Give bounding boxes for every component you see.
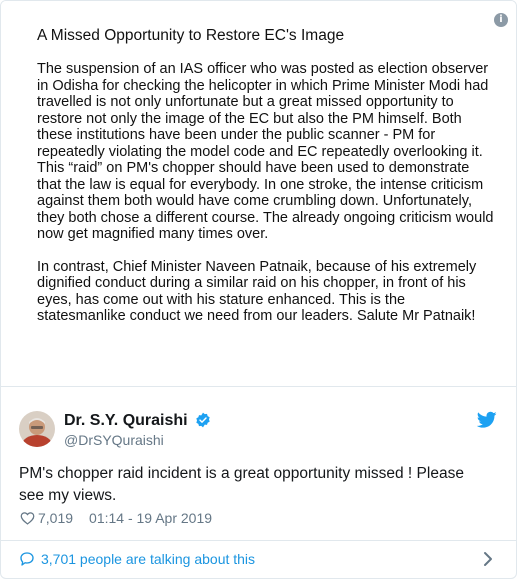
note-line: In contrast, Chief Minister Naveen Patna… xyxy=(37,258,477,275)
note-line: these institutions have been under the p… xyxy=(37,127,436,143)
note-body: The suspension of an IAS officer who was… xyxy=(37,61,516,341)
note-title: A Missed Opportunity to Restore EC's Ima… xyxy=(37,27,345,44)
avatar[interactable] xyxy=(19,411,55,447)
attached-note-image[interactable]: i A Missed Opportunity to Restore EC's I… xyxy=(1,1,516,387)
tweet-text-line: PM's chopper raid incident is a great op… xyxy=(19,465,464,482)
author-handle[interactable]: @DrSYQuraishi xyxy=(64,432,164,448)
talking-about-link[interactable]: 3,701 people are talking about this xyxy=(1,541,516,578)
verified-icon xyxy=(196,412,210,428)
note-line: statesmanlike conduct we need from our l… xyxy=(37,308,476,324)
twitter-bird-icon[interactable] xyxy=(477,411,497,429)
note-line: that the law is equal for everybody. In … xyxy=(37,176,484,193)
author-display-name[interactable]: Dr. S.Y. Quraishi xyxy=(64,412,188,430)
note-paragraph-2: In contrast, Chief Minister Naveen Patna… xyxy=(37,258,516,325)
note-line: against them both would have come crumbl… xyxy=(37,193,472,209)
note-line: dignified conduct during a similar raid … xyxy=(37,275,466,291)
tweet-header: Dr. S.Y. Quraishi @DrSYQuraishi xyxy=(19,403,499,451)
talking-about-text[interactable]: 3,701 people are talking about this xyxy=(41,551,255,567)
tweet-card: i A Missed Opportunity to Restore EC's I… xyxy=(0,0,517,579)
info-icon[interactable]: i xyxy=(494,13,508,27)
note-line: This “raid” on PM's chopper should have … xyxy=(37,160,470,176)
note-line: now get magnified many times over. xyxy=(37,226,269,242)
note-paragraph-1: The suspension of an IAS officer who was… xyxy=(37,61,516,243)
note-line: The suspension of an IAS officer who was… xyxy=(37,61,489,77)
like-count[interactable]: 7,019 xyxy=(38,510,73,526)
tweet-meta: 7,019 01:14 - 19 Apr 2019 xyxy=(20,510,212,528)
note-line: they both chose a different course. The … xyxy=(37,209,494,226)
tweet-timestamp[interactable]: 01:14 - 19 Apr 2019 xyxy=(89,510,212,526)
heart-icon[interactable] xyxy=(20,511,35,525)
note-line: repeatedly violating the model code and … xyxy=(37,143,483,160)
tweet-text-line: see my views. xyxy=(19,487,117,504)
tweet-text: PM's chopper raid incident is a great op… xyxy=(19,463,499,507)
note-line: travelled is not only unfortunate but a … xyxy=(37,94,454,110)
note-line: in Odisha for checking the helicopter in… xyxy=(37,77,489,94)
speech-bubble-icon xyxy=(20,552,34,566)
note-line: restore not only the image of the EC but… xyxy=(37,110,462,127)
note-line: eyes, has come out with his stature enha… xyxy=(37,291,406,308)
chevron-right-icon[interactable] xyxy=(483,551,493,567)
